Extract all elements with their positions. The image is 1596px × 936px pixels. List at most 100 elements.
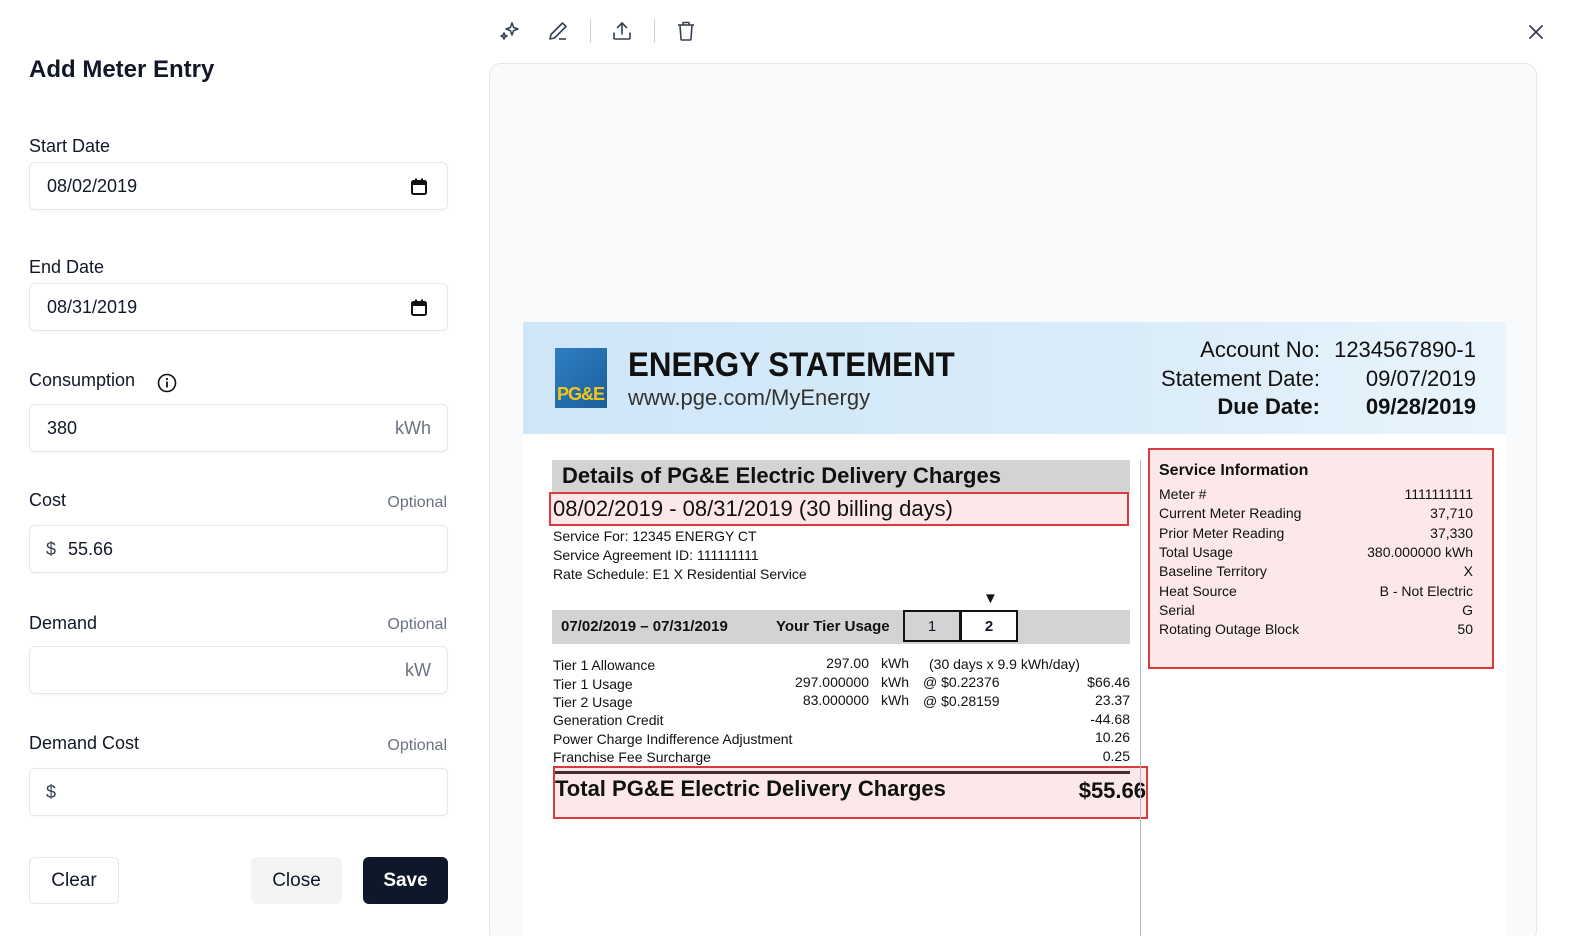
statement-date-label: Statement Date: xyxy=(1161,366,1320,391)
details-header: Details of PG&E Electric Delivery Charge… xyxy=(552,460,1130,492)
document-viewer[interactable]: PG&E ENERGY STATEMENT www.pge.com/MyEner… xyxy=(489,63,1537,936)
info-icon[interactable] xyxy=(157,373,177,393)
consumption-value: 380 xyxy=(47,418,78,438)
line-item-amount: -44.68 xyxy=(1090,711,1130,727)
cost-optional-hint: Optional xyxy=(387,494,447,511)
demand-optional-hint: Optional xyxy=(387,616,447,633)
service-info-value: 380.000000 kWh xyxy=(1367,544,1473,560)
demand-input[interactable]: kW xyxy=(29,646,448,694)
line-item-label: Tier 2 Usage xyxy=(553,694,633,710)
demand-cost-optional-hint: Optional xyxy=(387,737,447,754)
upload-icon[interactable] xyxy=(610,19,634,43)
billing-period: 08/02/2019 - 08/31/2019 (30 billing days… xyxy=(553,496,953,521)
line-item-qty: 297.00 xyxy=(826,655,869,671)
line-item-rate: @ $0.28159 xyxy=(923,693,1000,709)
service-info-title: Service Information xyxy=(1159,462,1309,479)
close-button[interactable]: Close xyxy=(251,857,342,904)
trash-icon[interactable] xyxy=(674,19,698,43)
pge-logo: PG&E xyxy=(555,348,607,408)
service-info-value: 50 xyxy=(1457,621,1473,637)
start-date-label: Start Date xyxy=(29,136,111,156)
line-item-amount: $66.46 xyxy=(1087,674,1130,690)
consumption-input[interactable]: 380 kWh xyxy=(29,404,448,452)
service-for: Service For: 12345 ENERGY CT xyxy=(553,528,757,544)
service-info-label: Meter # xyxy=(1159,486,1207,502)
line-item-label: Franchise Fee Surcharge xyxy=(553,749,711,765)
total-amount: $55.66 xyxy=(1078,778,1146,803)
service-info-label: Heat Source xyxy=(1159,583,1237,599)
sparkles-icon[interactable] xyxy=(498,19,522,43)
tier-2-box: 2 xyxy=(960,610,1018,642)
cost-currency-prefix: $ xyxy=(46,539,57,559)
start-date-value: 08/02/2019 xyxy=(47,176,138,196)
service-info-value: B - Not Electric xyxy=(1379,583,1473,599)
service-info-value: G xyxy=(1462,602,1473,618)
service-agreement-id: Service Agreement ID: 111111111 xyxy=(553,547,759,563)
rate-schedule: Rate Schedule: E1 X Residential Service xyxy=(553,566,807,582)
end-date-value: 08/31/2019 xyxy=(47,297,138,317)
line-item-unit: kWh xyxy=(881,655,909,671)
service-info-value: 37,330 xyxy=(1430,525,1473,541)
demand-cost-input[interactable]: $ xyxy=(29,768,448,816)
account-no-value: 1234567890-1 xyxy=(1334,337,1476,362)
demand-unit: kW xyxy=(405,660,431,680)
tier-marker: ▼ xyxy=(983,590,998,607)
line-item-qty: 83.000000 xyxy=(802,692,869,708)
demand-cost-currency-prefix: $ xyxy=(46,782,57,802)
statement-header: PG&E ENERGY STATEMENT www.pge.com/MyEner… xyxy=(523,322,1506,434)
column-divider xyxy=(1140,460,1141,936)
tier-period: 07/02/2019 – 07/31/2019 xyxy=(561,618,728,635)
form-title: Add Meter Entry xyxy=(29,56,215,83)
service-info-label: Baseline Territory xyxy=(1159,563,1267,579)
cost-input[interactable]: $ 55.66 xyxy=(29,525,448,573)
save-button[interactable]: Save xyxy=(363,857,448,904)
line-item-amount: 0.25 xyxy=(1102,748,1130,764)
tier-usage-label: Your Tier Usage xyxy=(776,618,890,635)
close-icon[interactable] xyxy=(1526,22,1546,42)
due-date-value: 09/28/2019 xyxy=(1365,394,1476,419)
calendar-icon[interactable] xyxy=(411,178,427,195)
tier-1-box: 1 xyxy=(903,610,961,642)
statement-title: ENERGY STATEMENT xyxy=(628,346,955,384)
service-info-label: Rotating Outage Block xyxy=(1159,621,1300,637)
clear-button[interactable]: Clear xyxy=(29,857,119,904)
service-info-value: 37,710 xyxy=(1430,505,1473,521)
consumption-label: Consumption xyxy=(29,370,136,390)
line-item-amount: 23.37 xyxy=(1094,692,1130,708)
line-item-label: Tier 1 Allowance xyxy=(553,657,656,673)
service-info-label: Serial xyxy=(1159,602,1195,618)
toolbar-separator xyxy=(654,19,655,43)
demand-label: Demand xyxy=(29,613,98,633)
total-label: Total PG&E Electric Delivery Charges xyxy=(555,776,946,801)
due-date-label: Due Date: xyxy=(1217,394,1320,419)
line-item-label: Tier 1 Usage xyxy=(553,676,633,692)
details-title: Details of PG&E Electric Delivery Charge… xyxy=(562,463,1001,488)
service-info-label: Prior Meter Reading xyxy=(1159,525,1285,541)
end-date-input[interactable]: 08/31/2019 xyxy=(29,283,448,331)
service-info-value: 1111111111 xyxy=(1404,486,1473,502)
cost-label: Cost xyxy=(29,490,67,510)
meter-entry-form: Add Meter Entry Start Date 08/02/2019 En… xyxy=(0,0,490,936)
statement-url: www.pge.com/MyEnergy xyxy=(628,385,871,410)
line-item-label: Generation Credit xyxy=(553,712,664,728)
consumption-unit: kWh xyxy=(395,418,431,438)
start-date-input[interactable]: 08/02/2019 xyxy=(29,162,448,210)
line-item-rate: (30 days x 9.9 kWh/day) xyxy=(929,656,1080,672)
account-no-label: Account No: xyxy=(1200,337,1320,362)
service-info-label: Total Usage xyxy=(1159,544,1233,560)
service-info-value: X xyxy=(1463,563,1473,579)
energy-statement-document: PG&E ENERGY STATEMENT www.pge.com/MyEner… xyxy=(523,322,1506,936)
calendar-icon[interactable] xyxy=(411,299,427,316)
line-item-rate: @ $0.22376 xyxy=(923,674,1000,690)
logo-text: PG&E xyxy=(557,384,605,404)
line-item-unit: kWh xyxy=(881,674,909,690)
end-date-label: End Date xyxy=(29,257,105,277)
cost-value: 55.66 xyxy=(68,539,114,559)
line-item-unit: kWh xyxy=(881,692,909,708)
line-item-label: Power Charge Indifference Adjustment xyxy=(553,731,793,747)
pencil-icon[interactable] xyxy=(546,19,570,43)
statement-date-value: 09/07/2019 xyxy=(1365,366,1476,391)
demand-cost-label: Demand Cost xyxy=(29,733,140,753)
line-item-amount: 10.26 xyxy=(1094,729,1130,745)
service-info-label: Current Meter Reading xyxy=(1159,505,1302,521)
